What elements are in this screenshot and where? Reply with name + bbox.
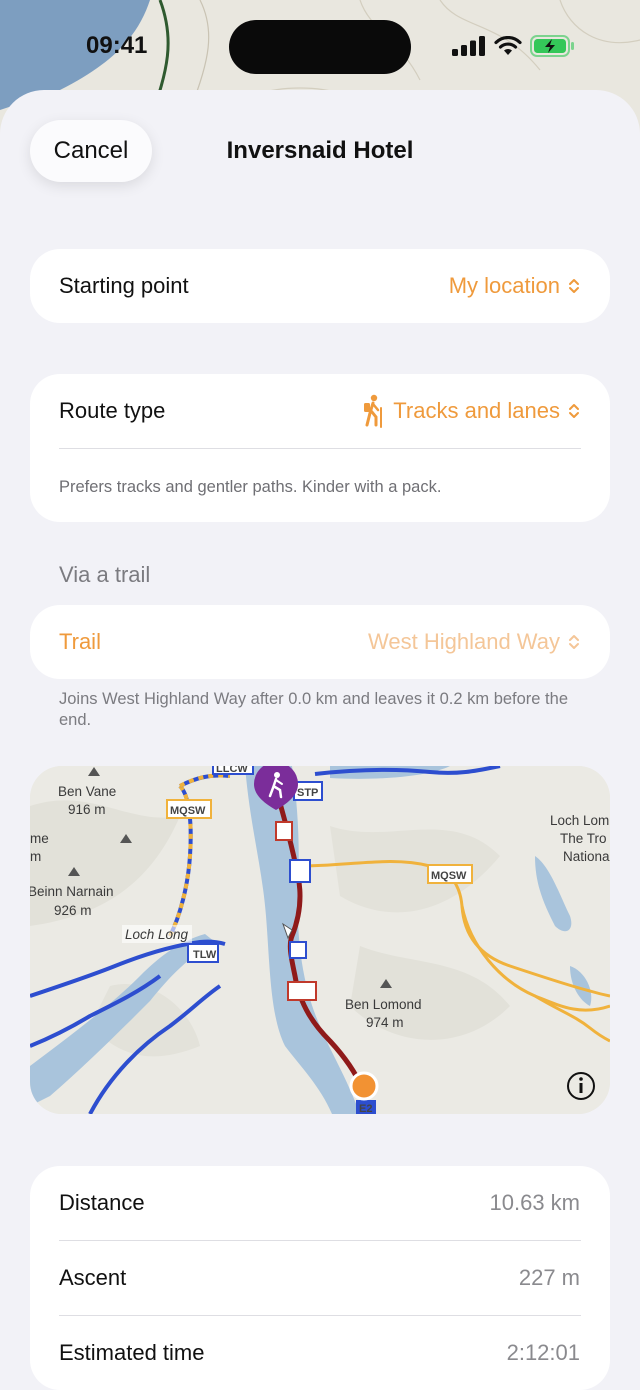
route-type-value: Tracks and lanes	[393, 398, 560, 423]
distance-label: Distance	[59, 1190, 145, 1215]
shield-stp: STP	[297, 787, 318, 799]
chevron-up-down-icon	[569, 404, 579, 418]
map-label-m: m	[30, 849, 41, 864]
distance-row: Distance 10.63 km	[30, 1166, 610, 1240]
destination-marker	[349, 1071, 379, 1101]
map-label-beinn-narnain: Beinn Narnain	[30, 884, 114, 899]
route-type-picker[interactable]: Tracks and lanes	[363, 394, 580, 428]
starting-point-picker[interactable]: My location	[449, 273, 580, 299]
map-label-beinn-narnain-height: 926 m	[54, 903, 92, 918]
trail-value: West Highland Way	[368, 629, 560, 654]
map-label-park-3: Nationa	[563, 849, 610, 864]
trail-row[interactable]: Trail West Highland Way	[30, 605, 610, 679]
page-title: Inversnaid Hotel	[226, 137, 414, 164]
distance-value: 10.63 km	[489, 1190, 581, 1215]
shield-mqsw-1: MQSW	[170, 805, 206, 817]
ascent-value: 227 m	[518, 1265, 580, 1290]
trail-picker[interactable]: West Highland Way	[368, 629, 580, 655]
starting-point-value: My location	[448, 273, 560, 298]
estimated-time-value: 2:12:01	[506, 1340, 580, 1365]
starting-point-label: Starting point	[59, 273, 189, 298]
status-time: 09:41	[86, 32, 148, 59]
route-type-card: Route type Tracks and lanes Prefers trac	[30, 374, 610, 522]
cellular-signal-icon	[452, 36, 485, 56]
estimated-time-row: Estimated time 2:12:01	[30, 1316, 610, 1390]
hiker-icon	[364, 394, 383, 428]
route-sheet: Cancel Inversnaid Hotel Starting point M…	[0, 90, 640, 1390]
via-trail-section-label: Via a trail	[59, 562, 151, 587]
route-map-preview[interactable]: Ben Vane 916 m lme m Beinn Narnain 926 m…	[30, 766, 610, 1114]
map-label-loch-long: Loch Long	[125, 927, 189, 942]
chevron-up-down-icon	[569, 279, 579, 293]
status-icons	[452, 34, 576, 58]
dynamic-island	[229, 20, 411, 74]
ascent-label: Ascent	[59, 1265, 127, 1290]
trail-card: Trail West Highland Way	[30, 605, 610, 679]
map-label-park-2: The Tro	[560, 831, 607, 846]
shield-mqsw-2: MQSW	[431, 870, 467, 882]
chevron-up-down-icon	[569, 635, 579, 649]
route-type-description: Prefers tracks and gentler paths. Kinder…	[59, 478, 442, 496]
route-type-label: Route type	[59, 398, 166, 423]
wifi-icon	[494, 36, 522, 55]
map-label-ben-lomond-height: 974 m	[366, 1015, 404, 1030]
trail-label: Trail	[59, 629, 101, 654]
trail-footnote: Joins West Highland Way after 0.0 km and…	[59, 690, 568, 729]
map-label-ben-vane-height: 916 m	[68, 802, 106, 817]
route-stats-card: Distance 10.63 km Ascent 227 m Estimated…	[30, 1166, 610, 1390]
status-bar: 09:41	[0, 0, 640, 92]
starting-point-card: Starting point My location	[30, 249, 610, 323]
map-label-ben-lomond: Ben Lomond	[345, 997, 422, 1012]
map-label-park-1: Loch Lom	[550, 813, 609, 828]
route-type-row[interactable]: Route type Tracks and lanes	[30, 374, 610, 448]
ascent-row: Ascent 227 m	[30, 1241, 610, 1315]
map-label-lme: lme	[30, 831, 49, 846]
battery-charging-icon	[530, 35, 574, 57]
starting-point-row[interactable]: Starting point My location	[30, 249, 610, 323]
estimated-time-label: Estimated time	[59, 1340, 205, 1365]
map-label-ben-vane: Ben Vane	[58, 784, 116, 799]
shield-llcw: LLCW	[216, 766, 248, 775]
shield-e2: E2	[359, 1103, 372, 1114]
shield-tlw: TLW	[193, 949, 217, 961]
